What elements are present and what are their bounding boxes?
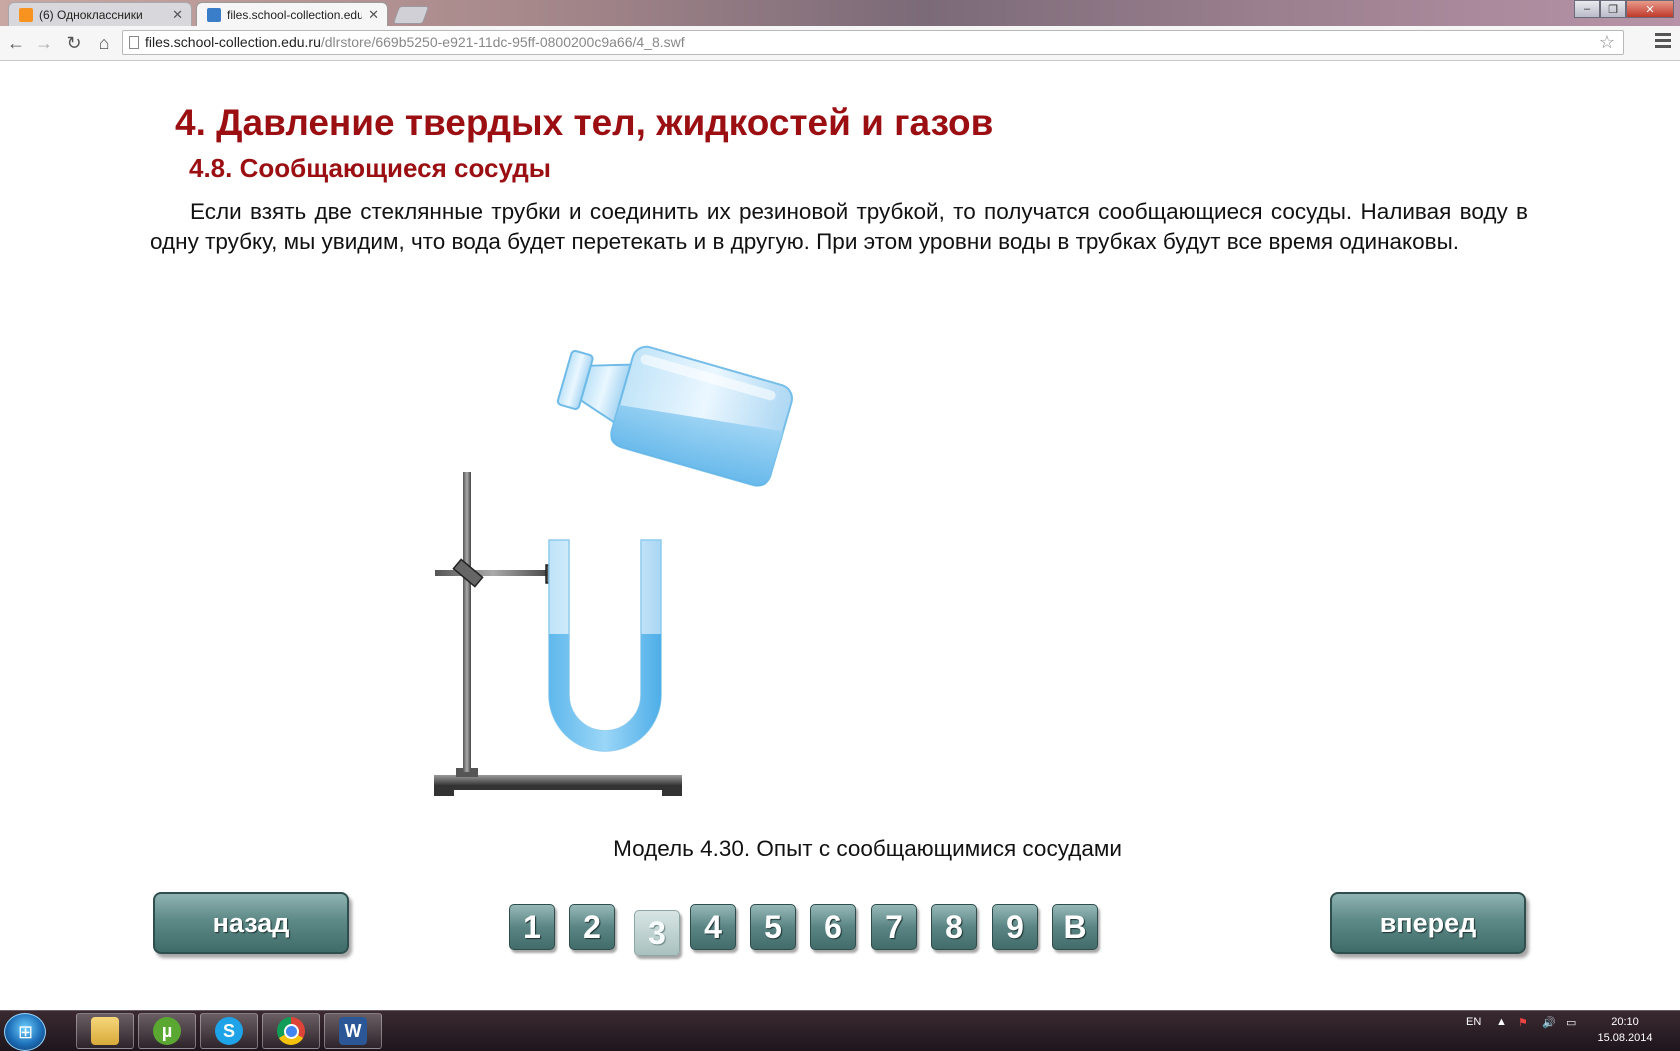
explorer-icon <box>91 1017 119 1045</box>
back-button[interactable]: назад <box>153 892 349 954</box>
page-navigation: 1 2 3 4 5 6 7 8 9 В <box>509 904 1109 956</box>
chrome-icon <box>277 1017 305 1045</box>
clock-date: 15.08.2014 <box>1597 1032 1653 1044</box>
windows-logo-icon: ⊞ <box>18 1022 34 1042</box>
page-button-3-current[interactable]: 3 <box>634 910 680 956</box>
taskbar-utorrent[interactable]: µ <box>138 1013 196 1049</box>
utorrent-icon: µ <box>153 1017 181 1045</box>
start-button[interactable]: ⊞ <box>4 1013 46 1051</box>
show-hidden-icons[interactable]: ▲ <box>1496 1016 1507 1028</box>
skype-icon: S <box>215 1017 243 1045</box>
page-button-1[interactable]: 1 <box>509 904 555 950</box>
taskbar-chrome[interactable] <box>262 1013 320 1049</box>
taskbar-skype[interactable]: S <box>200 1013 258 1049</box>
action-center-flag-icon[interactable]: ⚑ <box>1518 1016 1528 1029</box>
page-button-4[interactable]: 4 <box>690 904 736 950</box>
word-icon: W <box>339 1017 367 1045</box>
network-icon[interactable]: ▭ <box>1566 1016 1576 1029</box>
page-button-v[interactable]: В <box>1052 904 1098 950</box>
page-button-8[interactable]: 8 <box>931 904 977 950</box>
page-button-7[interactable]: 7 <box>871 904 917 950</box>
windows-taskbar: ⊞ µ S W <box>0 1010 1680 1051</box>
volume-icon[interactable]: 🔊 <box>1542 1016 1556 1029</box>
clock-time: 20:10 <box>1611 1016 1639 1028</box>
page-button-5[interactable]: 5 <box>750 904 796 950</box>
language-indicator[interactable]: EN <box>1466 1016 1481 1028</box>
page-button-2[interactable]: 2 <box>569 904 615 950</box>
taskbar-explorer[interactable] <box>76 1013 134 1049</box>
bottle <box>556 345 793 487</box>
page-button-9[interactable]: 9 <box>992 904 1038 950</box>
figure-caption: Модель 4.30. Опыт с сообщающимися сосуда… <box>613 836 1122 861</box>
taskbar-word[interactable]: W <box>324 1013 382 1049</box>
u-tube <box>548 539 662 752</box>
page-button-6[interactable]: 6 <box>810 904 856 950</box>
system-clock[interactable]: 20:10 15.08.2014 <box>1590 1014 1660 1046</box>
forward-button[interactable]: вперед <box>1330 892 1526 954</box>
